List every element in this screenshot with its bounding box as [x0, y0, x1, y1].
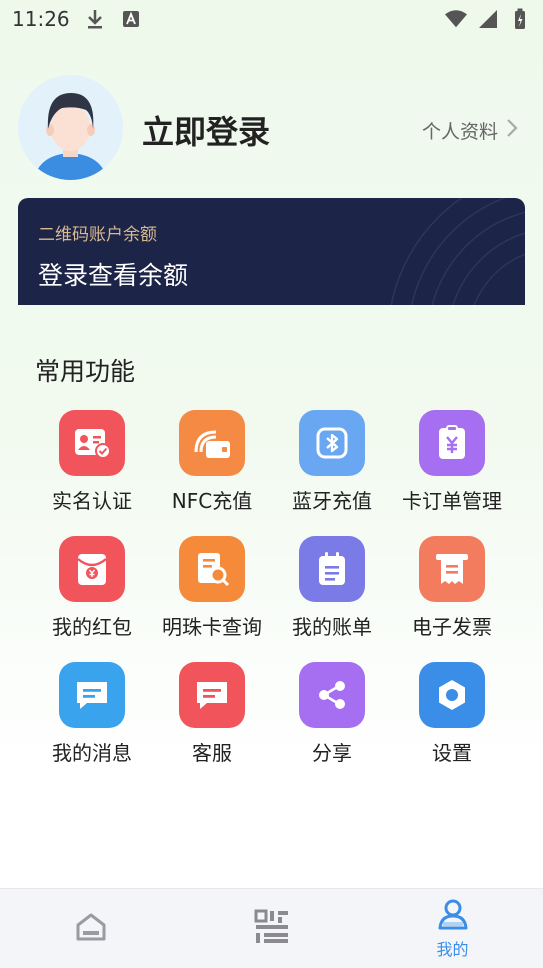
func-label: 我的消息 [52, 741, 132, 765]
func-my-messages[interactable]: 我的消息 [32, 662, 152, 788]
func-my-red-envelope[interactable]: 我的红包 [32, 536, 152, 662]
status-time: 11:26 [12, 7, 70, 31]
message-icon [59, 662, 125, 728]
func-label: 实名认证 [52, 489, 132, 513]
func-bluetooth-recharge[interactable]: 蓝牙充值 [272, 410, 392, 536]
share-icon [299, 662, 365, 728]
function-grid: 实名认证 NFC充值 蓝牙充值 卡订单管理 我的红包 明珠卡查询 我的账单 电子… [32, 410, 512, 788]
red-envelope-icon [59, 536, 125, 602]
settings-icon [419, 662, 485, 728]
func-label: 设置 [432, 741, 472, 765]
tab-home[interactable] [0, 889, 181, 968]
chevron-right-icon [506, 118, 518, 143]
func-settings[interactable]: 设置 [392, 662, 512, 788]
status-bar: 11:26 [0, 0, 543, 38]
profile-header: 立即登录 个人资料 [18, 75, 528, 185]
func-e-invoice[interactable]: 电子发票 [392, 536, 512, 662]
func-label: 明珠卡查询 [162, 615, 262, 639]
balance-card[interactable]: 二维码账户余额 登录查看余额 [18, 198, 525, 305]
battery-icon [509, 8, 531, 30]
func-label: NFC充值 [171, 489, 253, 513]
func-label: 卡订单管理 [402, 489, 502, 513]
invoice-icon [419, 536, 485, 602]
home-icon [74, 911, 108, 947]
font-app-icon [120, 8, 142, 30]
func-label: 电子发票 [412, 615, 492, 639]
profile-link-label: 个人资料 [421, 121, 498, 143]
card-search-icon [179, 536, 245, 602]
qrcode-icon [253, 908, 291, 950]
tab-mine-label: 我的 [436, 939, 469, 959]
func-pearl-card-query[interactable]: 明珠卡查询 [152, 536, 272, 662]
func-label: 客服 [192, 741, 232, 765]
download-icon [84, 8, 106, 30]
func-label: 分享 [312, 741, 352, 765]
wifi-icon [445, 8, 467, 30]
func-customer-service[interactable]: 客服 [152, 662, 272, 788]
yen-order-icon [419, 410, 485, 476]
avatar[interactable] [18, 75, 123, 180]
bottom-tab-bar: 我的 [0, 888, 543, 968]
bill-icon [299, 536, 365, 602]
func-nfc-recharge[interactable]: NFC充值 [152, 410, 272, 536]
balance-label: 二维码账户余额 [38, 225, 157, 245]
user-icon [437, 898, 469, 934]
bluetooth-icon [299, 410, 365, 476]
nfc-card-icon [179, 410, 245, 476]
func-my-bill[interactable]: 我的账单 [272, 536, 392, 662]
func-real-name-auth[interactable]: 实名认证 [32, 410, 152, 536]
customer-service-icon [179, 662, 245, 728]
id-card-icon [59, 410, 125, 476]
tab-mine[interactable]: 我的 [362, 889, 543, 968]
balance-login-prompt[interactable]: 登录查看余额 [38, 256, 188, 292]
func-share[interactable]: 分享 [272, 662, 392, 788]
tab-qrcode[interactable] [181, 889, 362, 968]
func-label: 蓝牙充值 [292, 489, 372, 513]
func-card-order-management[interactable]: 卡订单管理 [392, 410, 512, 536]
func-label: 我的账单 [292, 615, 372, 639]
profile-link[interactable]: 个人资料 [422, 117, 518, 144]
signal-icon [477, 8, 499, 30]
func-label: 我的红包 [52, 615, 132, 639]
login-button[interactable]: 立即登录 [142, 107, 270, 153]
section-title: 常用功能 [35, 357, 136, 386]
